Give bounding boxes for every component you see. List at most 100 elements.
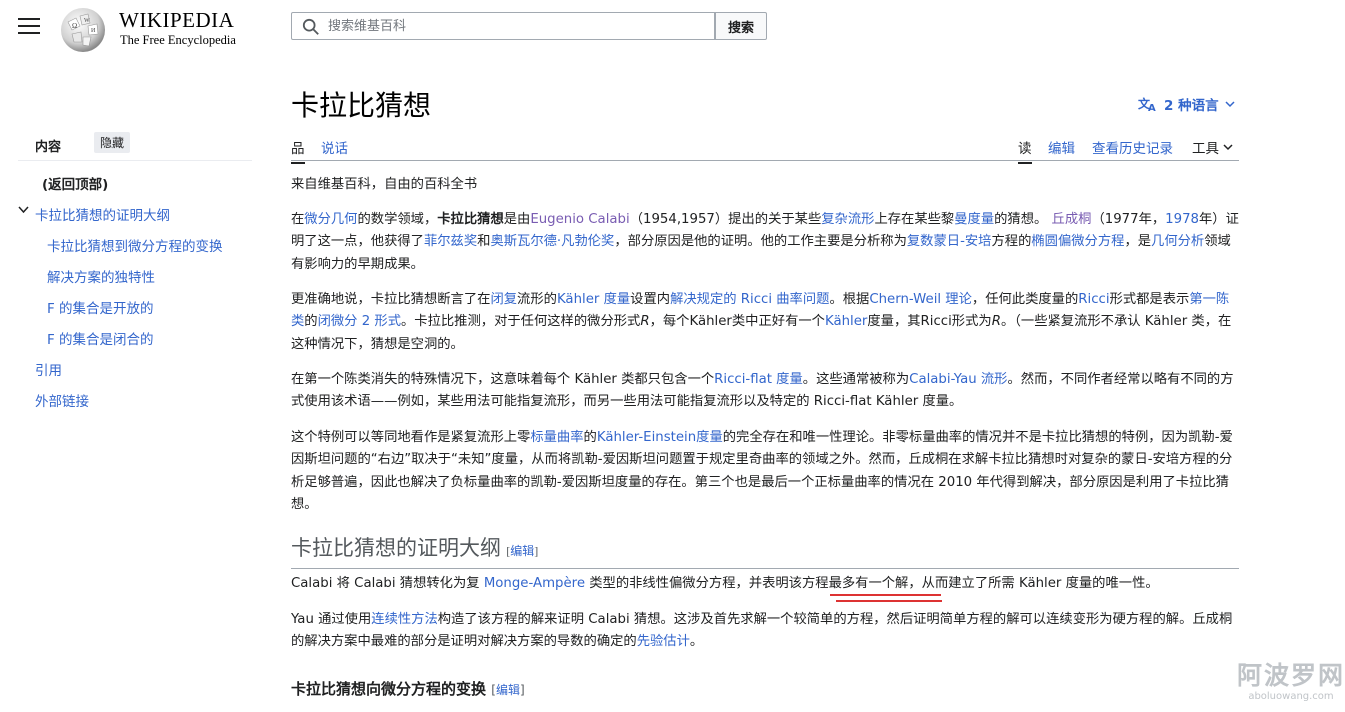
link-scalar-curvature[interactable]: 标量曲率 — [530, 430, 583, 445]
link-prescribed-ricci[interactable]: 解决规定的 Ricci 曲率问题 — [670, 292, 829, 307]
toc-hide-button[interactable]: 隐藏 — [94, 132, 131, 153]
text: 流形的 — [517, 292, 557, 307]
text: R — [991, 314, 1001, 330]
watermark-url: aboluowang.com — [1248, 691, 1334, 702]
text: 。卡拉比推测，对于任何这样的微分形式 — [401, 314, 641, 330]
edit-section-link[interactable]: 编辑 — [496, 683, 520, 697]
section-title-text: 卡拉比猜想的证明大纲 — [291, 536, 501, 560]
link-complex-monge-ampere[interactable]: 复数蒙日-安培 — [907, 234, 992, 249]
link-differential-geometry[interactable]: 微分几何 — [304, 212, 357, 227]
text: 是由 — [503, 212, 531, 227]
paragraph-monge-ampere: Calabi 将 Calabi 猜想转化为复 Monge-Ampère 类型的非… — [291, 573, 1239, 595]
language-button[interactable]: 文 A 2 种语言 — [1138, 94, 1235, 114]
main-menu-button[interactable] — [18, 18, 40, 36]
search-input[interactable] — [328, 13, 708, 39]
paragraph-kahler-einstein: 这个特例可以等同地看作是紧复流形上零标量曲率的Kähler-Einstein度量… — [291, 427, 1239, 516]
text: 的 — [304, 314, 318, 330]
section-heading-proof-outline: 卡拉比猜想的证明大纲 [编辑] — [291, 536, 1239, 569]
text: 这个特例可以等同地看作是紧复流形上零 — [291, 430, 531, 445]
text: 形式都是表示 — [1109, 292, 1190, 307]
link-continuity-method[interactable]: 连续性方法 — [371, 612, 437, 627]
tab-talk[interactable]: 说话 — [321, 137, 348, 157]
link-shing-tung-yau[interactable]: 丘成桐 — [1052, 212, 1092, 227]
tab-edit[interactable]: 编辑 — [1048, 137, 1075, 157]
watermark: 阿波罗网 aboluowang.com — [1236, 662, 1345, 703]
edit-section: [编辑] — [506, 544, 539, 558]
chevron-down-icon — [1225, 100, 1235, 107]
tabs-divider — [291, 160, 1239, 161]
text: 度量，其Ricci形式为 — [867, 314, 992, 330]
text: 上存在某些黎 — [874, 212, 955, 227]
watermark-text: 阿波罗网 — [1236, 661, 1345, 690]
subsection-heading-transformation: 卡拉比猜想向微分方程的变换 [编辑] — [291, 678, 525, 701]
tab-article[interactable]: 品 — [291, 137, 305, 164]
toc-header: 内容 隐藏 — [18, 130, 252, 161]
edit-section-link[interactable]: 编辑 — [510, 544, 534, 558]
link-riemannian-metric[interactable]: 曼度量 — [954, 212, 994, 227]
svg-text:W: W — [84, 18, 90, 24]
text: Calabi 将 Calabi 猜想转化为复 — [291, 576, 484, 591]
link-chern-weil[interactable]: Chern-Weil 理论 — [869, 292, 972, 307]
red-underline-annotation — [836, 600, 942, 602]
link-1978[interactable]: 1978 — [1165, 212, 1199, 227]
toc-item-references[interactable]: 引用 — [35, 359, 62, 379]
wikipedia-tagline: The Free Encyclopedia — [120, 33, 236, 47]
link-eugenio-calabi[interactable]: Eugenio Calabi — [530, 212, 629, 227]
hamburger-line — [18, 32, 40, 34]
toc-item-closed-set[interactable]: F 的集合是闭合的 — [47, 328, 154, 348]
link-veblen-prize[interactable]: 奥斯瓦尔德·凡勃伦奖 — [490, 234, 614, 249]
tab-read[interactable]: 读 — [1018, 137, 1032, 164]
red-underline-annotation — [830, 594, 941, 596]
svg-text:A: A — [1148, 103, 1156, 112]
link-geometric-analysis[interactable]: 几何分析 — [1151, 234, 1204, 249]
link-kahler-einstein[interactable]: Kähler-Einstein度量 — [597, 430, 723, 445]
toc-item-proof-outline[interactable]: 卡拉比猜想的证明大纲 — [35, 204, 170, 224]
hamburger-line — [18, 18, 40, 20]
link-a-priori-estimate[interactable]: 先验估计 — [637, 634, 690, 649]
tab-history[interactable]: 查看历史记录 — [1092, 137, 1173, 157]
toc-item-open-set[interactable]: F 的集合是开放的 — [47, 297, 154, 317]
link-kahler[interactable]: Kähler — [825, 314, 867, 329]
table-of-contents: 内容 隐藏 (返回顶部) 卡拉比猜想的证明大纲 卡拉比猜想到微分方程的变换 解决… — [18, 130, 252, 410]
link-calabi-yau[interactable]: Calabi-Yau 流形 — [909, 372, 1007, 387]
text: ，部分原因是他的证明。他的工作主要是分析称为 — [614, 234, 907, 250]
paragraph-continuity: Yau 通过使用连续性方法构造了该方程的解来证明 Calabi 猜想。这涉及首先… — [291, 609, 1239, 654]
text: 。这些通常被称为 — [802, 372, 910, 387]
toc-item-transformation[interactable]: 卡拉比猜想到微分方程的变换 — [47, 235, 223, 255]
text: 的 — [583, 430, 597, 445]
term-calabi-conjecture: 卡拉比猜想 — [437, 212, 504, 227]
link-ricci-flat[interactable]: Ricci-flat 度量 — [714, 372, 803, 387]
link-kahler-metric[interactable]: Kähler 度量 — [557, 292, 630, 307]
hamburger-line — [18, 25, 40, 27]
toc-item-external-links[interactable]: 外部链接 — [35, 390, 89, 410]
text: 和 — [477, 234, 491, 250]
search-button[interactable]: 搜索 — [715, 12, 767, 40]
wikipedia-wordmark: WIKIPEDIA — [119, 8, 235, 32]
section-title: 卡拉比猜想的证明大纲 [编辑] — [291, 537, 538, 562]
link-fields-medal[interactable]: 菲尔兹奖 — [424, 234, 477, 249]
link-complex-manifold[interactable]: 复杂流形 — [821, 212, 874, 227]
wikipedia-globe-icon: Ω W И — [61, 8, 105, 52]
chevron-down-icon[interactable] — [18, 206, 29, 214]
text: R — [640, 314, 650, 330]
site-sub: 来自维基百科，自由的百科全书 — [291, 177, 478, 192]
toc-item-uniqueness[interactable]: 解决方案的独特性 — [47, 266, 155, 286]
text: 的猜想。 — [994, 212, 1048, 227]
text: 的数学领域， — [357, 212, 438, 227]
tools-menu[interactable]: 工具 — [1192, 137, 1233, 157]
language-count: 2 种语言 — [1164, 98, 1219, 114]
search-box[interactable] — [291, 12, 715, 40]
tools-label: 工具 — [1192, 141, 1219, 157]
text: ，是 — [1124, 234, 1152, 250]
link-closed-2-form[interactable]: 闭微分 2 形式 — [318, 314, 401, 329]
link-ricci[interactable]: Ricci — [1078, 292, 1109, 307]
toc-item-top[interactable]: (返回顶部) — [42, 173, 108, 193]
link-closed[interactable]: 闭复 — [490, 292, 517, 307]
chevron-down-icon — [1223, 143, 1233, 150]
link-elliptic-pde[interactable]: 椭圆偏微分方程 — [1031, 234, 1124, 249]
text: ，每个Kähler类中正好有一个 — [649, 314, 825, 330]
link-monge-ampere[interactable]: Monge-Ampère — [484, 576, 585, 591]
wikipedia-logo[interactable]: Ω W И WIKIPEDIA The Free Encyclopedia — [58, 4, 248, 54]
page-title: 卡拉比猜想 — [291, 91, 432, 122]
translate-icon: 文 A — [1138, 96, 1156, 112]
